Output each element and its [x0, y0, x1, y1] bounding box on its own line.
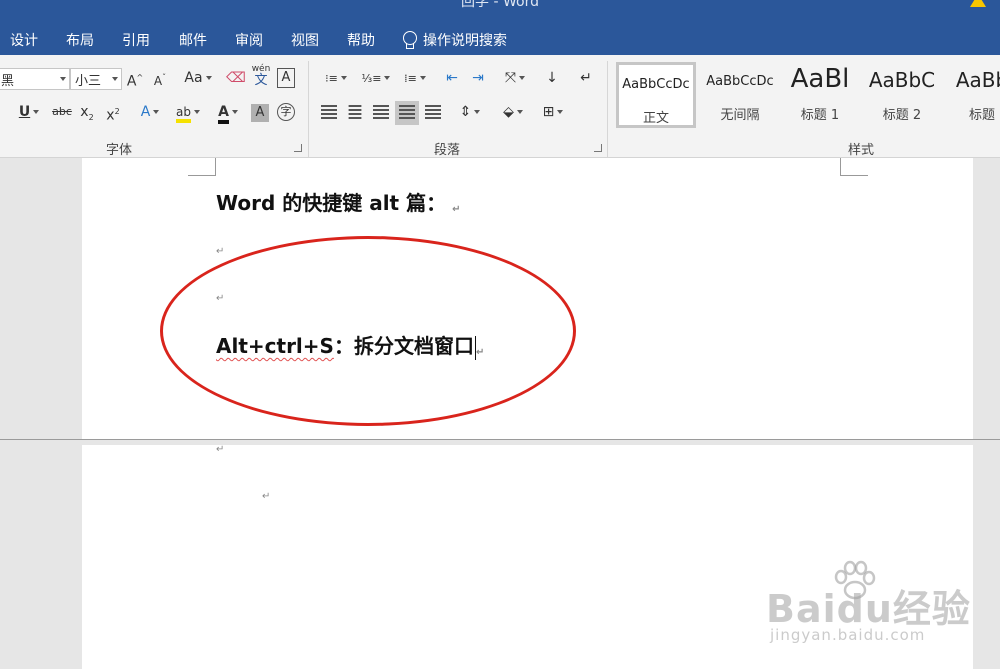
group-separator: [607, 61, 608, 157]
paragraph-mark: ↵: [452, 204, 461, 215]
style-sample: AaBb: [955, 68, 1000, 92]
paragraph-mark: ↵: [262, 491, 271, 502]
change-case-button[interactable]: Aa: [182, 67, 214, 91]
asian-layout-button[interactable]: ⤧: [498, 67, 532, 91]
justify-button[interactable]: [395, 101, 419, 125]
sort-button[interactable]: ↓: [542, 67, 562, 91]
phonetic-guide-button[interactable]: wén 文: [251, 64, 271, 90]
page-break-line: [0, 439, 1000, 440]
font-dialog-launcher-icon[interactable]: [294, 144, 302, 152]
align-center-icon: [348, 105, 362, 119]
borders-button[interactable]: ⊞: [536, 101, 570, 125]
enclose-characters-button[interactable]: 字: [277, 103, 295, 121]
ribbon-tabs: 设计 布局 引用 邮件 审阅 视图 帮助 操作说明搜索: [0, 22, 1000, 55]
crop-mark: [188, 158, 216, 176]
watermark-url: jingyan.baidu.com: [770, 626, 926, 644]
show-marks-button[interactable]: ↵: [576, 67, 596, 91]
font-name-value: 黑: [1, 74, 15, 89]
style-sample: AaBbC: [868, 68, 936, 92]
change-case-label: Aa: [184, 70, 203, 86]
grow-font-button[interactable]: A^: [126, 67, 144, 91]
align-right-button[interactable]: [370, 101, 392, 125]
align-left-icon: [321, 105, 337, 119]
style-normal[interactable]: AaBbCcDc 正文: [616, 62, 696, 128]
highlight-color-button[interactable]: ab: [170, 101, 206, 125]
window-title: 回学 - Word: [461, 0, 539, 10]
style-heading-2[interactable]: AaBbC 标题 2: [862, 62, 942, 128]
lightbulb-icon: [403, 31, 417, 49]
heading-text: Word 的快捷键 alt 篇：: [216, 191, 447, 215]
style-name: 标题: [968, 108, 995, 123]
clear-formatting-icon[interactable]: ⌫: [226, 67, 246, 91]
font-color-button[interactable]: A: [210, 101, 246, 125]
tell-me-search[interactable]: 操作说明搜索: [403, 28, 507, 52]
font-size-combo[interactable]: 小三: [70, 68, 122, 90]
chevron-down-icon: [112, 77, 118, 81]
tab-mailings[interactable]: 邮件: [179, 28, 207, 52]
font-name-combo[interactable]: 黑: [0, 68, 70, 90]
tab-references[interactable]: 引用: [122, 28, 150, 52]
align-center-button[interactable]: [344, 101, 366, 125]
bullets-button[interactable]: ⁝≡: [318, 67, 354, 91]
shading-button[interactable]: ⬙: [496, 101, 530, 125]
chevron-down-icon: [60, 77, 66, 81]
shrink-font-button[interactable]: Aˇ: [151, 67, 169, 91]
warning-icon[interactable]: [970, 0, 986, 7]
subscript-button[interactable]: x2: [78, 101, 96, 125]
crop-mark: [840, 158, 868, 176]
multilevel-list-button[interactable]: ⁞≡: [398, 67, 432, 91]
character-border-button[interactable]: A: [277, 68, 295, 88]
tab-layout[interactable]: 布局: [66, 28, 94, 52]
distributed-button[interactable]: [422, 101, 444, 125]
tab-review[interactable]: 审阅: [235, 28, 263, 52]
style-sample: AaBl: [790, 64, 850, 94]
tab-help[interactable]: 帮助: [347, 28, 375, 52]
style-no-spacing[interactable]: AaBbCcDc 无间隔: [700, 62, 780, 128]
font-group-label: 字体: [106, 143, 133, 158]
title-bar: 回学 - Word: [0, 0, 1000, 22]
baidu-watermark: Baidu经验 jingyan.baidu.com: [760, 560, 990, 660]
align-left-button[interactable]: [318, 101, 340, 125]
superscript-button[interactable]: x2: [104, 101, 122, 125]
text-effects-button[interactable]: A: [136, 101, 164, 125]
watermark-brand: Baidu经验: [766, 587, 971, 631]
tell-me-label: 操作说明搜索: [423, 33, 507, 49]
numbering-button[interactable]: ⅓≡: [358, 67, 394, 91]
decrease-indent-button[interactable]: ⇤: [441, 67, 463, 91]
style-name: 标题 2: [882, 108, 922, 123]
group-separator: [308, 61, 309, 157]
justify-icon: [399, 105, 415, 119]
increase-indent-button[interactable]: ⇥: [467, 67, 489, 91]
phonetic-bottom: 文: [254, 73, 268, 88]
styles-group-label: 样式: [848, 143, 875, 158]
strikethrough-button[interactable]: abc: [50, 101, 74, 125]
character-shading-button[interactable]: A: [251, 104, 269, 122]
style-sample: AaBbCcDc: [706, 74, 774, 89]
style-sample: AaBbCcDc: [622, 77, 690, 92]
style-name: 标题 1: [800, 108, 840, 123]
tab-design[interactable]: 设计: [10, 28, 38, 52]
style-heading-1[interactable]: AaBl 标题 1: [780, 62, 860, 128]
document-heading[interactable]: Word 的快捷键 alt 篇： ↵: [216, 187, 460, 216]
underline-button[interactable]: U: [12, 101, 46, 125]
tab-view[interactable]: 视图: [291, 28, 319, 52]
paragraph-dialog-launcher-icon[interactable]: [594, 144, 602, 152]
distributed-icon: [425, 105, 441, 119]
style-name: 无间隔: [720, 108, 760, 123]
highlight-circle-annotation: [160, 236, 576, 426]
align-right-icon: [373, 105, 389, 119]
font-size-value: 小三: [75, 74, 102, 89]
paragraph-mark: ↵: [216, 246, 225, 257]
paragraph-mark: ↵: [216, 444, 225, 455]
style-name: 正文: [642, 111, 669, 126]
styles-gallery: AaBbCcDc 正文 AaBbCcDc 无间隔 AaBl 标题 1 AaBbC…: [612, 62, 1000, 136]
paragraph-group-label: 段落: [434, 143, 461, 158]
style-title[interactable]: AaBb 标题: [942, 62, 1000, 128]
line-spacing-button[interactable]: ⇕: [452, 101, 488, 125]
